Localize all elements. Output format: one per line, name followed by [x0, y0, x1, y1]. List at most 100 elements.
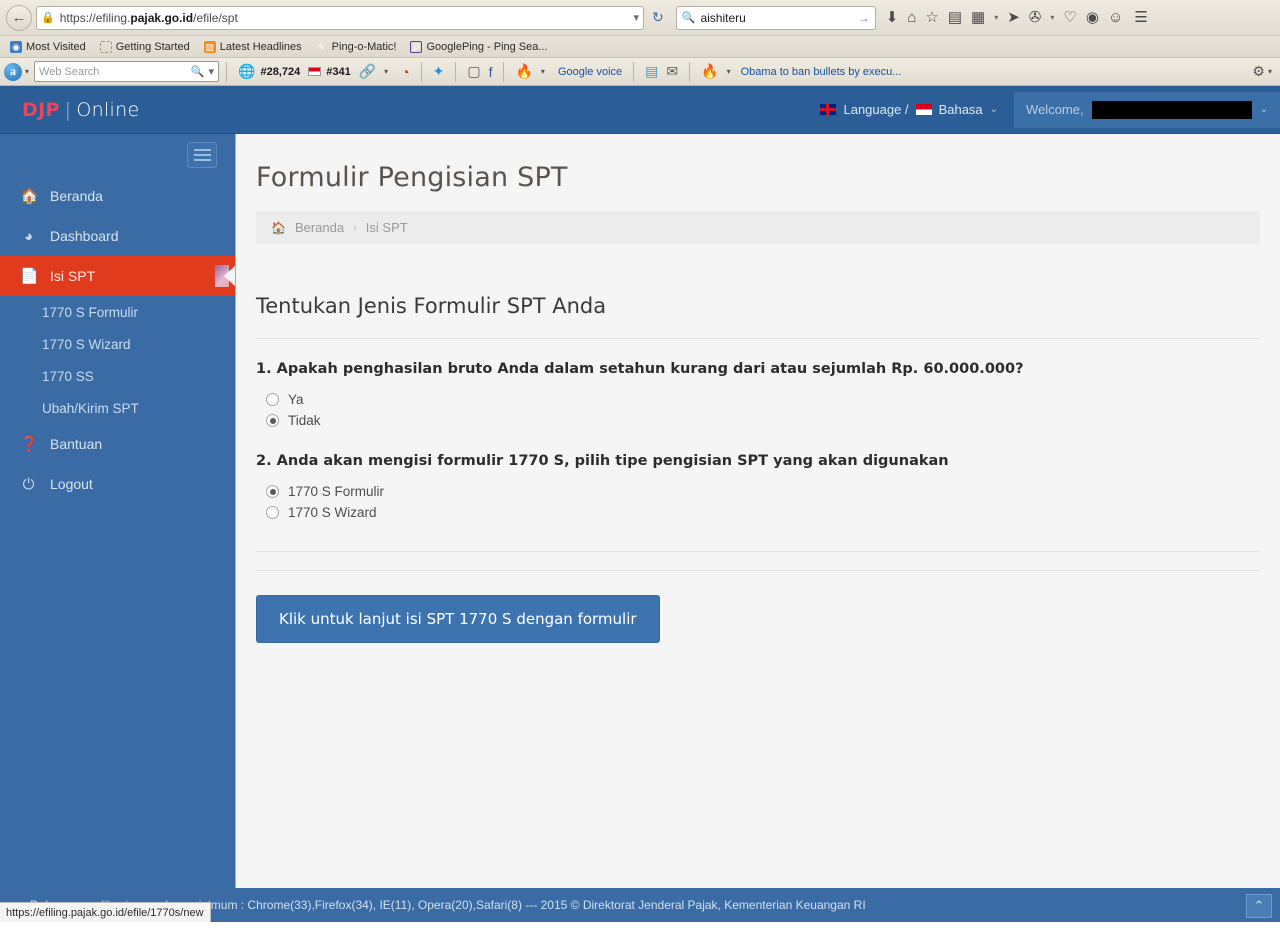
bookmark-most-visited[interactable]: ◉ Most Visited — [5, 40, 91, 54]
sidebar-subitem-1770-s-formulir[interactable]: 1770 S Formulir — [0, 296, 235, 328]
page-title: Formulir Pengisian SPT — [256, 162, 568, 193]
caret-down-icon[interactable]: ▾ — [1268, 67, 1272, 76]
sidebar-item-dashboard[interactable]: ◕ Dashboard — [0, 216, 235, 256]
radio-label: 1770 S Formulir — [288, 484, 385, 499]
hot-search-tool[interactable]: 🔥 ▾ — [511, 63, 553, 80]
news-headline-label[interactable]: Obama to ban bullets by execu... — [741, 66, 902, 78]
reading-list-icon[interactable]: ▤ — [948, 10, 962, 25]
caret-down-icon[interactable]: ▾ — [384, 67, 388, 76]
reload-icon[interactable]: ↻ — [652, 9, 664, 26]
facebook-tool[interactable]: f — [485, 64, 497, 80]
caret-down-icon[interactable]: ▾ — [25, 67, 29, 76]
browser-status-bar: https://efiling.pajak.go.id/efile/1770s/… — [0, 902, 211, 922]
caret-down-icon[interactable]: ▾ — [1050, 13, 1054, 22]
toolbar-settings[interactable]: ⚙ ▾ — [1252, 63, 1276, 80]
radio-label: Tidak — [288, 413, 321, 428]
search-go-icon[interactable]: → — [858, 11, 870, 25]
sidebar-subitem-1770-ss[interactable]: 1770 SS — [0, 360, 235, 392]
s3-icon[interactable]: ▦ — [971, 10, 985, 25]
alexa-web-search-input[interactable]: Web Search 🔍 ▾ — [34, 61, 220, 82]
pin-icon: ✎ — [317, 41, 326, 52]
question-1-option-ya[interactable]: Ya — [256, 389, 1260, 410]
smiley-icon[interactable]: ☺ — [1108, 10, 1123, 25]
browser-search-box[interactable]: 🔍 aishiteru → — [675, 5, 876, 30]
alexa-country-rank[interactable]: #341 — [304, 66, 354, 78]
breadcrumb-separator: › — [353, 221, 357, 234]
gear-icon[interactable]: ⚙ — [1252, 63, 1265, 80]
back-button[interactable]: ← — [6, 4, 32, 31]
toolbar-divider — [689, 61, 691, 82]
breadcrumb-home-link[interactable]: Beranda — [295, 220, 344, 235]
radio-1770-s-formulir[interactable] — [266, 485, 279, 498]
hamburger-menu-icon[interactable]: ☰ — [1134, 10, 1147, 25]
bookmark-latest-headlines[interactable]: ▨ Latest Headlines — [199, 40, 307, 54]
sparkle-tool[interactable]: ✦ — [429, 63, 449, 80]
paper-plane-icon[interactable]: ➤ — [1007, 10, 1020, 25]
alexa-global-rank[interactable]: 🌐 #28,724 — [234, 63, 304, 80]
alexa-traffic-tool[interactable]: ◔ — [397, 64, 413, 80]
question-1-option-tidak[interactable]: Tidak — [256, 410, 1260, 431]
address-dropdown-icon[interactable]: ▾ — [633, 11, 639, 24]
globe-icon: 🌐 — [238, 63, 256, 79]
bookmark-getting-started[interactable]: Getting Started — [95, 40, 195, 54]
alexa-toolbar: a ▾ Web Search 🔍 ▾ 🌐 #28,724 #341 🔗 ▾ ◔ ✦… — [0, 58, 1280, 86]
radio-1770-s-wizard[interactable] — [266, 506, 279, 519]
sidebar-toggle-button[interactable] — [187, 142, 217, 168]
address-bar[interactable]: 🔒 https://efiling.pajak.go.id/efile/spt … — [36, 5, 644, 30]
sidebar-item-label: Bantuan — [50, 436, 103, 452]
padlock-icon: 🔒 — [41, 12, 55, 24]
caret-down-icon[interactable]: ▾ — [994, 13, 998, 22]
sidebar-subitem-label: Ubah/Kirim SPT — [42, 400, 139, 416]
bookmark-googleping[interactable]: P GooglePing - Ping Sea... — [405, 40, 552, 54]
divider — [256, 570, 1260, 571]
twitter-icon: ▤ — [645, 63, 659, 79]
sidebar-item-logout[interactable]: ⏻ Logout — [0, 464, 235, 504]
chevron-down-icon[interactable]: ⌄ — [990, 104, 998, 115]
sidebar-item-beranda[interactable]: 🏠 Beranda — [0, 176, 235, 216]
user-menu[interactable]: Welcome, ⌄ — [1014, 91, 1280, 128]
caret-down-icon[interactable]: ▾ — [727, 67, 731, 76]
search-icon[interactable]: 🔍 — [191, 65, 205, 78]
news-headline-item[interactable]: 🔥 ▾ Obama to ban bullets by execu... — [697, 63, 905, 80]
browser-chrome: ← 🔒 https://efiling.pajak.go.id/efile/sp… — [0, 0, 1280, 86]
download-icon[interactable]: ⬇ — [886, 10, 899, 25]
address-bar-url: https://efiling.pajak.go.id/efile/spt — [59, 10, 238, 25]
mail-tool[interactable]: ✉ — [662, 63, 682, 80]
home-icon[interactable]: ⌂ — [907, 10, 916, 25]
chevron-down-icon[interactable]: ⌄ — [1260, 104, 1268, 115]
question-2-option-wizard[interactable]: 1770 S Wizard — [256, 502, 1260, 523]
bahasa-label: Bahasa — [938, 102, 983, 117]
caret-down-icon[interactable]: ▾ — [208, 65, 214, 78]
heart-icon[interactable]: ♡ — [1063, 10, 1076, 25]
radio-ya[interactable] — [266, 393, 279, 406]
twitter-tool[interactable]: ▤ — [641, 63, 662, 80]
scroll-to-top-button[interactable]: ⌃ — [1246, 894, 1272, 918]
google-voice-tool[interactable]: Google voice — [554, 66, 626, 78]
caret-down-icon[interactable]: ▾ — [541, 67, 545, 76]
sidebar-item-isi-spt[interactable]: 📄 Isi SPT — [0, 256, 235, 296]
bookmark-ping-o-matic[interactable]: ✎ Ping-o-Matic! — [311, 40, 402, 54]
search-input-value[interactable]: aishiteru — [700, 11, 852, 25]
radio-tidak[interactable] — [266, 414, 279, 427]
main-content: Formulir Pengisian SPT 🏠 Beranda › Isi S… — [235, 134, 1280, 922]
alexa-logo-icon[interactable]: a — [4, 62, 22, 81]
play-circle-icon[interactable]: ◉ — [1086, 10, 1099, 25]
bookmark-star-icon[interactable]: ☆ — [925, 10, 938, 25]
home-icon: 🏠 — [20, 188, 39, 205]
language-selector[interactable]: Language / Bahasa ⌄ — [804, 102, 1014, 117]
alexa-search-placeholder: Web Search — [39, 65, 100, 78]
app-logo[interactable]: DJP | Online — [0, 99, 235, 121]
hamburger-line — [193, 159, 211, 161]
contact-card-tool[interactable]: ▢ — [463, 63, 484, 80]
question-2-option-formulir[interactable]: 1770 S Formulir — [256, 481, 1260, 502]
alexa-link-tool[interactable]: 🔗 ▾ — [355, 63, 397, 80]
bug-icon[interactable]: ✇ — [1029, 10, 1042, 25]
google-voice-label[interactable]: Google voice — [558, 66, 622, 78]
sidebar-subitem-ubah-kirim-spt[interactable]: Ubah/Kirim SPT — [0, 392, 235, 424]
sidebar-subitem-1770-s-wizard[interactable]: 1770 S Wizard — [0, 328, 235, 360]
logo-djp-text: DJP — [22, 98, 60, 121]
flame-search-icon: 🔥 — [515, 63, 533, 79]
sidebar-item-bantuan[interactable]: ❓ Bantuan — [0, 424, 235, 464]
submit-button[interactable]: Klik untuk lanjut isi SPT 1770 S dengan … — [256, 595, 660, 643]
facebook-icon: f — [488, 63, 493, 80]
